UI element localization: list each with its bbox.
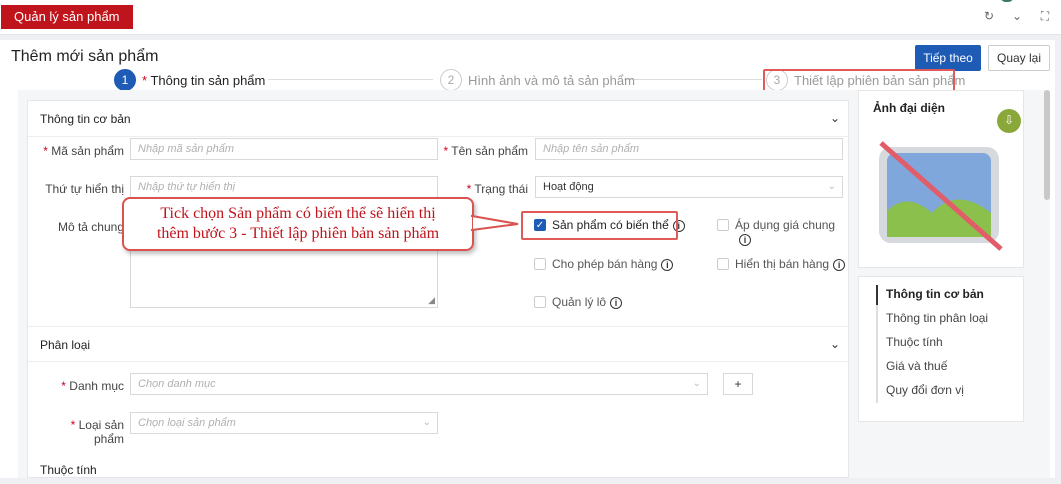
info-icon[interactable]: i bbox=[661, 259, 674, 271]
code-label: * Mã sản phẩm bbox=[43, 144, 124, 158]
section-title-attributes: Thuộc tính bbox=[40, 463, 97, 477]
desc-label: Mô tả chung bbox=[57, 220, 124, 234]
top-bar: Quản lý sản phẩm ↻ ⌄ ⛶ bbox=[0, 0, 1061, 35]
status-select[interactable]: Hoạt động ⌄ bbox=[535, 176, 843, 198]
step-label: Hình ảnh và mô tả sản phẩm bbox=[468, 72, 635, 88]
avatar[interactable] bbox=[1000, 0, 1014, 2]
type-label: * Loại sản phẩm bbox=[70, 418, 124, 446]
nav-price-tax[interactable]: Giá và thuế bbox=[886, 359, 947, 373]
step-number: 1 bbox=[114, 69, 136, 91]
common-price-label: Áp dụng giá chungi bbox=[735, 218, 836, 246]
avatar-panel: Ảnh đại diện ⇩ bbox=[858, 90, 1024, 268]
refresh-icon[interactable]: ↻ bbox=[981, 9, 997, 24]
side-nav: Thông tin cơ bản Thông tin phân loại Thu… bbox=[858, 276, 1024, 422]
step-number: 2 bbox=[440, 69, 462, 91]
name-label: * Tên sản phẩm bbox=[443, 144, 528, 158]
name-input[interactable]: Nhập tên sản phẩm bbox=[535, 138, 843, 160]
lot-label: Quản lý lô i bbox=[552, 295, 623, 309]
section-title: Phân loại bbox=[40, 338, 91, 352]
window-controls: ↻ ⌄ ⛶ bbox=[981, 9, 1053, 24]
nav-classification[interactable]: Thông tin phân loại bbox=[886, 311, 988, 325]
nav-basic-info[interactable]: Thông tin cơ bản bbox=[886, 287, 984, 301]
add-category-button[interactable]: + bbox=[723, 373, 753, 395]
nav-attributes[interactable]: Thuộc tính bbox=[886, 335, 943, 349]
info-icon[interactable]: i bbox=[739, 234, 751, 246]
category-select[interactable]: Chọn danh mục ⌄ bbox=[130, 373, 708, 395]
chevron-down-icon[interactable]: ⌄ bbox=[830, 111, 840, 125]
callout-pointer bbox=[470, 214, 519, 232]
avatar-title: Ảnh đại diện bbox=[873, 101, 945, 115]
upload-icon[interactable]: ⇩ bbox=[997, 109, 1021, 133]
status-value: Hoạt động bbox=[543, 181, 594, 193]
section-classification[interactable]: Phân loại ⌄ bbox=[28, 326, 848, 362]
next-button[interactable]: Tiếp theo bbox=[915, 45, 981, 71]
chevron-down-icon: ⌄ bbox=[827, 181, 836, 192]
back-button[interactable]: Quay lại bbox=[988, 45, 1050, 71]
type-select[interactable]: Chọn loại sản phẩm ⌄ bbox=[130, 412, 438, 434]
scrollbar[interactable] bbox=[1044, 90, 1050, 200]
allow-sale-checkbox[interactable] bbox=[534, 258, 546, 270]
step-connector bbox=[624, 79, 762, 80]
callout-line-2: thêm bước 3 - Thiết lập phiên bản sản ph… bbox=[156, 225, 440, 242]
maximize-icon[interactable]: ⛶ bbox=[1037, 9, 1053, 24]
step-connector bbox=[268, 79, 433, 80]
chevron-down-icon: ⌄ bbox=[692, 378, 701, 389]
nav-indicator bbox=[876, 285, 878, 305]
type-placeholder: Chọn loại sản phẩm bbox=[138, 417, 236, 429]
show-sale-label: Hiển thị bán hàng i bbox=[735, 257, 846, 271]
chevron-down-icon[interactable]: ⌄ bbox=[1009, 9, 1025, 24]
category-label: * Danh mục bbox=[61, 379, 124, 393]
callout-line-1: Tick chọn Sản phẩm có biến thể sẽ hiển t… bbox=[160, 205, 436, 222]
chevron-down-icon: ⌄ bbox=[422, 417, 431, 428]
image-placeholder-icon bbox=[879, 141, 1003, 251]
info-icon[interactable]: i bbox=[833, 259, 846, 271]
category-placeholder: Chọn danh mục bbox=[138, 378, 216, 390]
order-label: Thứ tự hiển thị bbox=[45, 182, 124, 196]
section-title: Thông tin cơ bản bbox=[40, 112, 131, 126]
page-title: Thêm mới sản phẩm bbox=[11, 48, 159, 65]
step-2[interactable]: 2 Hình ảnh và mô tả sản phẩm bbox=[440, 69, 635, 91]
resize-handle-icon[interactable]: ◢ bbox=[428, 295, 435, 306]
variant-highlight bbox=[521, 211, 678, 240]
status-label: * Trạng thái bbox=[466, 182, 528, 196]
app-tab[interactable]: Quản lý sản phẩm bbox=[1, 5, 133, 29]
nav-unit-conversion[interactable]: Quy đổi đơn vị bbox=[886, 383, 964, 397]
code-input[interactable]: Nhập mã sản phẩm bbox=[130, 138, 438, 160]
required-mark: * bbox=[142, 72, 148, 88]
allow-sale-label: Cho phép bán hàng i bbox=[552, 257, 674, 271]
main-panel: Thêm mới sản phẩm Tiếp theo Quay lại 1 *… bbox=[0, 40, 1055, 478]
annotation-callout: Tick chọn Sản phẩm có biến thể sẽ hiển t… bbox=[122, 197, 474, 251]
section-basic-info[interactable]: Thông tin cơ bản ⌄ bbox=[28, 101, 848, 137]
content-area: Thông tin cơ bản ⌄ * Mã sản phẩm Nhập mã… bbox=[18, 90, 1050, 478]
step-label: Thông tin sản phẩm bbox=[150, 72, 266, 88]
lot-checkbox[interactable] bbox=[534, 296, 546, 308]
info-icon[interactable]: i bbox=[610, 297, 623, 309]
step-1[interactable]: 1 * Thông tin sản phẩm bbox=[114, 69, 265, 91]
common-price-checkbox[interactable] bbox=[717, 219, 729, 231]
order-input[interactable]: Nhập thứ tự hiển thị bbox=[130, 176, 438, 198]
show-sale-checkbox[interactable] bbox=[717, 258, 729, 270]
form-card: Thông tin cơ bản ⌄ * Mã sản phẩm Nhập mã… bbox=[27, 100, 849, 478]
chevron-down-icon[interactable]: ⌄ bbox=[830, 337, 840, 351]
